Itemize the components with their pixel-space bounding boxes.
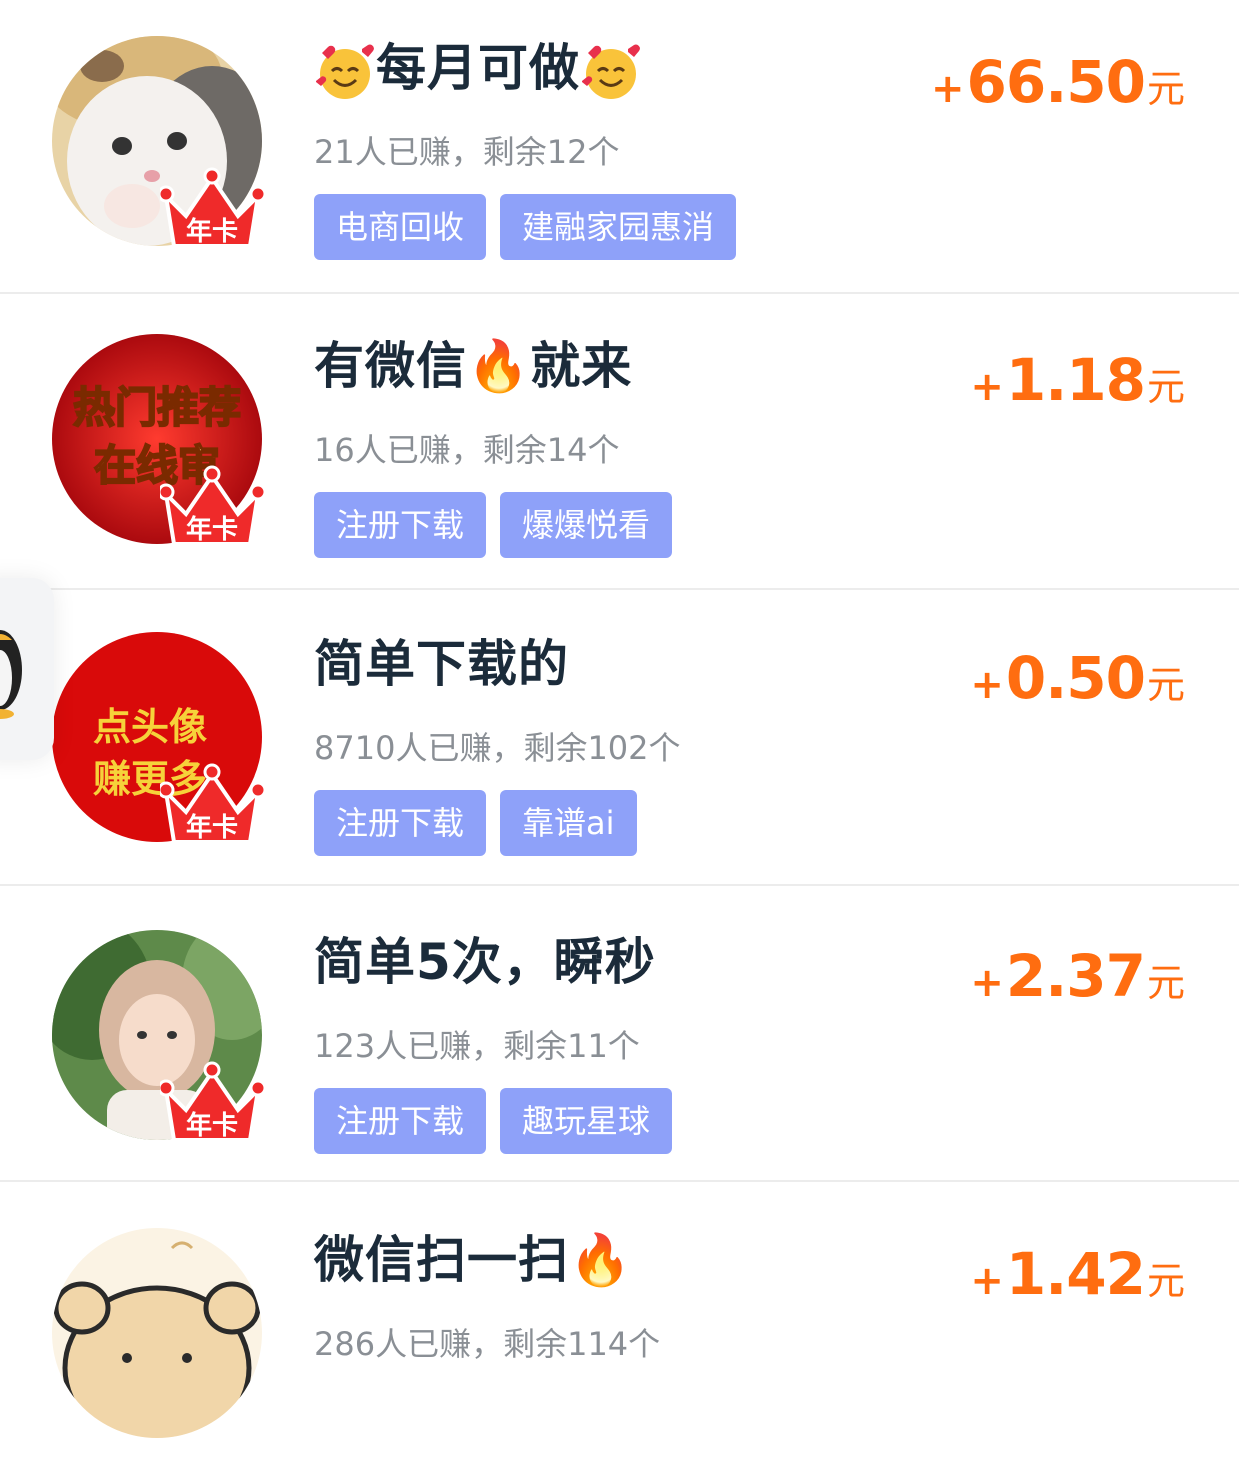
task-tag: 注册下载 <box>314 492 487 558</box>
task-title: 每月可做 <box>314 38 642 103</box>
year-card-badge-text: 年卡 <box>186 1110 238 1141</box>
reward-plus: + <box>931 66 965 112</box>
reward-unit: 元 <box>1146 663 1185 707</box>
reward-unit: 元 <box>1146 961 1185 1005</box>
task-item[interactable]: 微信扫一扫🔥 286人已赚，剩余114个 + 1.42 元 <box>0 1184 1239 1480</box>
reward-plus: + <box>970 364 1004 410</box>
reward-plus: + <box>970 1258 1004 1304</box>
task-tag: 电商回收 <box>314 194 487 260</box>
task-title: 简单下载的 <box>314 635 569 693</box>
task-reward: + 66.50 元 <box>931 48 1185 116</box>
task-stats: 8710人已赚，剩余102个 <box>314 729 681 767</box>
reward-amount: 2.37 <box>1005 942 1146 1010</box>
task-tags: 注册下载 爆爆悦看 <box>314 492 673 558</box>
task-item[interactable]: 热门推荐 在线审 年卡 有微信🔥就来 16人已赚，剩余14个 注册下载 爆爆悦看… <box>0 294 1239 590</box>
reward-unit: 元 <box>1146 67 1185 111</box>
smiling-face-with-hearts-icon <box>582 44 640 99</box>
year-card-crown-icon: 年卡 <box>160 167 264 248</box>
task-tags: 电商回收 建融家园惠消 <box>314 194 737 260</box>
task-reward: + 0.50 元 <box>970 644 1185 712</box>
task-tag: 靠谱ai <box>500 790 637 856</box>
reward-plus: + <box>970 662 1004 708</box>
reward-plus: + <box>970 960 1004 1006</box>
smiling-face-with-hearts-icon <box>316 44 374 99</box>
task-tags: 注册下载 趣玩星球 <box>314 1088 673 1154</box>
task-tag: 注册下载 <box>314 790 487 856</box>
avatar-banner-text: 点头像 <box>93 705 207 749</box>
task-title-text: 每月可做 <box>376 39 580 97</box>
year-card-badge-text: 年卡 <box>186 216 238 247</box>
task-reward: + 2.37 元 <box>970 942 1185 1010</box>
task-tag: 注册下载 <box>314 1088 487 1154</box>
task-tags: 注册下载 靠谱ai <box>314 790 637 856</box>
task-item[interactable]: 年卡 每月可做 21人已赚，剩余12个 电商回收 建融家园惠消 + 66.50 … <box>0 0 1239 294</box>
task-item[interactable]: 年卡 简单5次，瞬秒 123人已赚，剩余11个 注册下载 趣玩星球 + 2.37… <box>0 886 1239 1182</box>
avatar-banner-text: 热门推荐 <box>73 383 241 432</box>
floating-mascot-button[interactable] <box>0 578 54 760</box>
task-title: 简单5次，瞬秒 <box>314 933 656 991</box>
penguin-icon <box>0 630 22 719</box>
task-reward: + 1.18 元 <box>970 346 1185 414</box>
task-stats: 286人已赚，剩余114个 <box>314 1325 661 1363</box>
task-tag: 建融家园惠消 <box>500 194 737 260</box>
task-title: 有微信🔥就来 <box>314 337 633 395</box>
reward-amount: 1.18 <box>1005 346 1146 414</box>
reward-amount: 66.50 <box>966 48 1146 116</box>
year-card-badge-text: 年卡 <box>186 514 238 545</box>
reward-amount: 1.42 <box>1005 1240 1146 1308</box>
reward-unit: 元 <box>1146 365 1185 409</box>
year-card-badge-text: 年卡 <box>186 812 238 843</box>
year-card-crown-icon: 年卡 <box>160 763 264 844</box>
task-item[interactable]: 点头像 赚更多 年卡 简单下载的 8710人已赚，剩余102个 注册下载 靠谱a… <box>0 590 1239 886</box>
task-reward: + 1.42 元 <box>970 1240 1185 1308</box>
task-tag: 趣玩星球 <box>500 1088 673 1154</box>
task-stats: 21人已赚，剩余12个 <box>314 133 620 171</box>
task-title: 微信扫一扫🔥 <box>314 1231 633 1289</box>
reward-amount: 0.50 <box>1005 644 1146 712</box>
reward-unit: 元 <box>1146 1259 1185 1303</box>
task-stats: 123人已赚，剩余11个 <box>314 1027 640 1065</box>
task-avatar <box>52 1228 262 1438</box>
task-stats: 16人已赚，剩余14个 <box>314 431 620 469</box>
task-tag: 爆爆悦看 <box>500 492 673 558</box>
year-card-crown-icon: 年卡 <box>160 465 264 546</box>
task-list: 年卡 每月可做 21人已赚，剩余12个 电商回收 建融家园惠消 + 66.50 … <box>0 0 1239 1438</box>
year-card-crown-icon: 年卡 <box>160 1061 264 1142</box>
